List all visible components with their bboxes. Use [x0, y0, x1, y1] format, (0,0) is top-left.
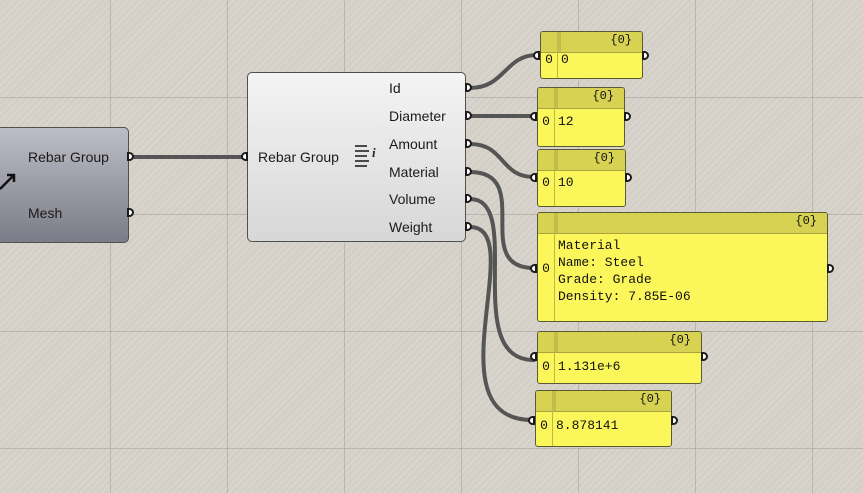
- panel-index: 0: [538, 233, 555, 321]
- output-label-diameter: Diameter: [389, 108, 446, 124]
- panel-value: 1.131e+6: [558, 359, 621, 374]
- output-label-volume: Volume: [389, 191, 436, 207]
- panel-volume-input-port[interactable]: [530, 352, 537, 361]
- panel-header: {0}: [538, 88, 624, 109]
- panel-title: {0}: [592, 89, 614, 103]
- panel-index: 0: [541, 52, 558, 78]
- input-port-rebar-group[interactable]: [241, 152, 248, 161]
- output-label-rebar-group: Rebar Group: [28, 149, 109, 165]
- panel-title: {0}: [639, 392, 661, 406]
- panel-value: 10: [558, 175, 574, 190]
- wire-id: [468, 53, 539, 90]
- panel-index: 0: [538, 352, 555, 383]
- rebar-group-component[interactable]: Rebar Group i Id Diameter Amount Materia…: [247, 72, 466, 242]
- output-label-amount: Amount: [389, 136, 438, 152]
- panel-index: 0: [536, 411, 553, 446]
- panel-index: 0: [538, 170, 555, 206]
- panel-diameter-input-port[interactable]: [530, 112, 537, 121]
- wire-weight: [468, 225, 534, 422]
- panel-id-input-port[interactable]: [533, 51, 540, 60]
- panel-amount-input-port[interactable]: [530, 173, 537, 182]
- panel-id[interactable]: {0} 0 0: [540, 31, 643, 79]
- panel-title: {0}: [593, 151, 615, 165]
- output-label-material: Material: [389, 164, 439, 180]
- panel-material-input-port[interactable]: [530, 264, 537, 273]
- panel-title: {0}: [610, 33, 632, 47]
- panel-volume[interactable]: {0} 0 1.131e+6: [537, 331, 702, 384]
- panel-header: {0}: [538, 213, 827, 234]
- panel-header: {0}: [536, 391, 671, 412]
- panel-weight-input-port[interactable]: [528, 416, 535, 425]
- output-label-weight: Weight: [389, 219, 433, 235]
- output-label-id: Id: [389, 80, 401, 96]
- wire-material: [468, 170, 536, 270]
- panel-diameter[interactable]: {0} 0 12: [537, 87, 625, 147]
- panel-header: {0}: [541, 32, 642, 53]
- panel-index: 0: [538, 108, 555, 146]
- panel-value: 12: [558, 114, 574, 129]
- source-component[interactable]: Rebar Group Mesh: [0, 127, 129, 243]
- panel-header: {0}: [538, 332, 701, 353]
- panel-value: Material Name: Steel Grade: Grade Densit…: [558, 238, 691, 304]
- output-label-mesh: Mesh: [28, 205, 63, 221]
- panel-weight[interactable]: {0} 0 8.878141: [535, 390, 672, 447]
- panel-amount[interactable]: {0} 0 10: [537, 149, 626, 207]
- panel-material[interactable]: {0} 0 Material Name: Steel Grade: Grade …: [537, 212, 828, 322]
- svg-text:i: i: [372, 145, 376, 160]
- panel-value: 0: [561, 52, 569, 67]
- info-list-icon: i: [355, 145, 376, 167]
- panel-title: {0}: [669, 333, 691, 347]
- panel-value: 8.878141: [556, 418, 619, 433]
- panel-header: {0}: [538, 150, 625, 171]
- arrow-icon: [0, 173, 16, 190]
- input-label-rebar-group: Rebar Group: [258, 149, 339, 165]
- panel-title: {0}: [795, 214, 817, 228]
